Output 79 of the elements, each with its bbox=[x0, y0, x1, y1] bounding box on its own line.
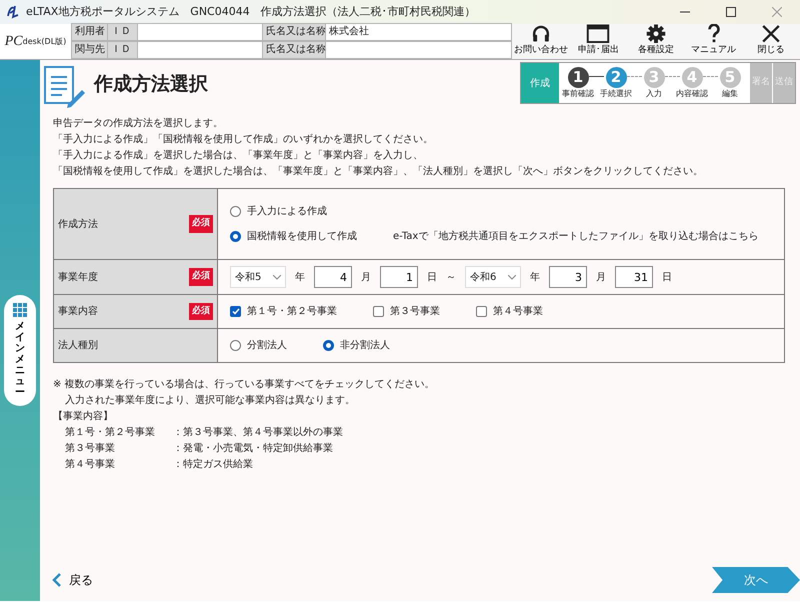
day-field[interactable]: 31 bbox=[615, 266, 653, 288]
info-label: 利用者 bbox=[71, 23, 108, 41]
name-value: 株式会社 bbox=[325, 23, 512, 41]
close-icon bbox=[761, 24, 782, 44]
field-label: 作成方法 bbox=[58, 218, 98, 232]
day-field[interactable]: 1 bbox=[380, 266, 418, 288]
toolbar-button[interactable]: 申請･届出 bbox=[570, 24, 628, 59]
import-link[interactable]: e-Taxで「地方税共通項目をエクスポートしたファイル」を取り込む場合はこちら bbox=[393, 229, 758, 244]
unit-label: 日 bbox=[662, 270, 672, 284]
instruction-text: 「手入力による作成」を選択した場合は、「事業年度」と「事業内容」を入力し、 bbox=[53, 148, 424, 163]
step-number: 1 bbox=[568, 66, 588, 88]
checkbox-option[interactable]: 第１号・第２号事業 bbox=[230, 304, 337, 319]
info-label: 氏名又は名称 bbox=[262, 23, 326, 41]
required-tag: 必須 bbox=[189, 215, 213, 233]
step-label: 入力 bbox=[646, 88, 662, 100]
step-label: 編集 bbox=[722, 88, 738, 100]
back-button[interactable]: 戻る bbox=[52, 571, 93, 589]
page-title: 作成方法選択 bbox=[94, 72, 208, 97]
step-number: 5 bbox=[720, 66, 740, 88]
required-tag: 必須 bbox=[189, 268, 213, 286]
maximize-icon bbox=[726, 7, 736, 17]
instruction-text: 「国税情報を使用して作成」を選択した場合は、「事業年度」と「事業内容」、「法人種別」を選択し「次へ」ボタンをクリックしてください。 bbox=[53, 164, 704, 179]
required-tag: 必須 bbox=[189, 302, 213, 320]
info-label: 関与先 bbox=[71, 40, 108, 58]
step-label: 手続選択 bbox=[600, 88, 632, 100]
toolbar-button[interactable]: マニュアル bbox=[684, 24, 742, 59]
instruction-text: 申告データの作成方法を選択します。 bbox=[53, 116, 224, 131]
close-icon bbox=[772, 7, 782, 17]
instruction-text: 「手入力による作成」「国税情報を使用して作成」のいずれかを選択してください。 bbox=[53, 132, 434, 147]
legend-term: 第１号・第２号事業 bbox=[65, 426, 156, 440]
field-label: 事業年度 bbox=[58, 270, 98, 284]
grid-icon bbox=[13, 303, 27, 317]
era-select[interactable]: 令和6 bbox=[465, 266, 521, 288]
caret-icon bbox=[273, 274, 281, 280]
step-label: 内容確認 bbox=[676, 88, 708, 100]
unit-label: 月 bbox=[361, 270, 371, 284]
legend-title: 【事業内容】 bbox=[53, 410, 114, 424]
era-select[interactable]: 令和5 bbox=[230, 266, 286, 288]
note-text: ※ 複数の事業を行っている場合は、行っている事業すべてをチェックしてください。 bbox=[53, 378, 436, 392]
unit-label: 年 bbox=[295, 270, 305, 284]
legend-description: ：第３号事業、第４号事業以外の事業 bbox=[173, 426, 343, 440]
month-field[interactable]: 3 bbox=[549, 266, 587, 288]
step-number: 2 bbox=[606, 66, 626, 88]
legend-description: ：特定ガス供給業 bbox=[173, 458, 253, 472]
window-icon bbox=[586, 24, 610, 44]
toolbar-button[interactable]: お問い合わせ bbox=[512, 24, 570, 59]
radio-option[interactable]: 手入力による作成 bbox=[230, 204, 327, 219]
unit-label: 月 bbox=[596, 270, 606, 284]
step-number: 4 bbox=[682, 66, 702, 88]
check-icon bbox=[232, 308, 240, 315]
main-menu-button[interactable]: メインメニュー bbox=[4, 295, 36, 406]
note-text: 入力された事業年度により、選択可能な事業内容は異なります。 bbox=[64, 394, 356, 408]
legend-description: ：発電・小売電気・特定卸供給事業 bbox=[173, 442, 333, 456]
info-label: 氏名又は名称 bbox=[262, 40, 326, 58]
unit-label: 日 bbox=[427, 270, 437, 284]
radio-option[interactable]: 分割法人 bbox=[230, 338, 287, 353]
chevron-left-icon bbox=[52, 573, 61, 587]
help-icon bbox=[706, 24, 721, 44]
month-field[interactable]: 4 bbox=[314, 266, 352, 288]
caret-icon bbox=[508, 274, 516, 280]
radio-option[interactable]: 非分割法人 bbox=[323, 338, 390, 353]
info-label: ＩＤ bbox=[107, 40, 138, 58]
window-title: eLTAX地方税ポータルシステム GNC04044 作成方法選択（法人二税･市町村民税関連） bbox=[26, 4, 476, 20]
step-number: 3 bbox=[644, 66, 664, 88]
radio-option[interactable]: 国税情報を使用して作成 bbox=[230, 229, 357, 244]
app-logo-icon bbox=[6, 4, 20, 20]
field-label: 法人種別 bbox=[58, 338, 98, 353]
toolbar-button[interactable]: 閉じる bbox=[742, 24, 800, 59]
legend-term: 第３号事業 bbox=[65, 442, 116, 456]
legend-term: 第４号事業 bbox=[65, 458, 116, 472]
checkbox-option[interactable]: 第４号事業 bbox=[476, 304, 543, 319]
info-label: ＩＤ bbox=[107, 23, 138, 41]
toolbar-button[interactable]: 各種設定 bbox=[627, 24, 685, 59]
field-label: 事業内容 bbox=[58, 304, 98, 319]
step-label: 事前確認 bbox=[562, 88, 594, 100]
range-separator: ～ bbox=[446, 270, 456, 284]
unit-label: 年 bbox=[530, 270, 540, 284]
checkbox-option[interactable]: 第３号事業 bbox=[373, 304, 440, 319]
headset-icon bbox=[530, 24, 551, 44]
